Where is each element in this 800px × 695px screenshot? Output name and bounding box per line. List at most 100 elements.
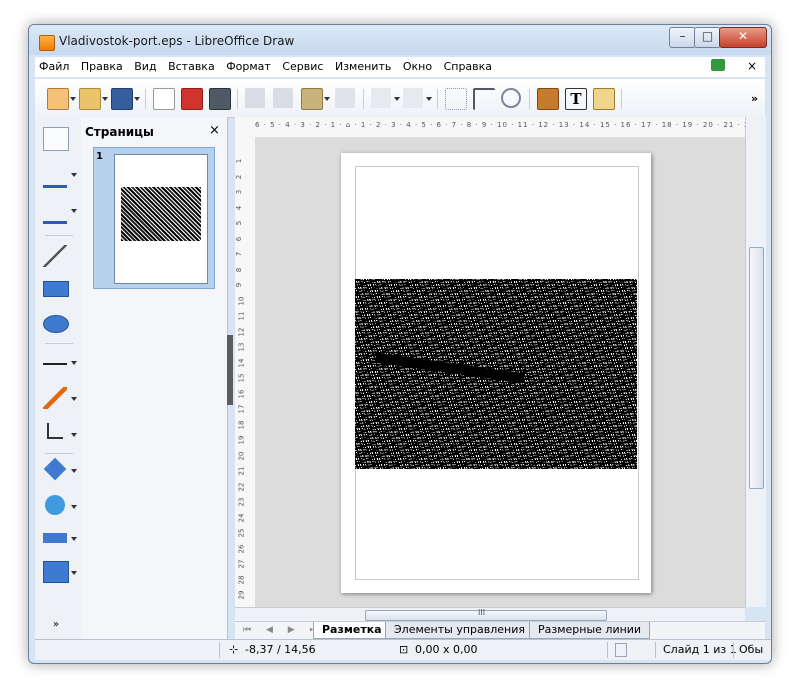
clone-formatting-icon[interactable] bbox=[335, 88, 355, 108]
more-tools-icon[interactable]: » bbox=[53, 619, 59, 630]
maximize-button[interactable]: □ bbox=[694, 27, 721, 48]
flowchart-dropdown-icon[interactable] bbox=[71, 571, 77, 575]
vertical-ruler-label: 15 bbox=[237, 373, 246, 383]
pages-panel-close-button[interactable]: × bbox=[209, 123, 220, 138]
horizontal-ruler[interactable]: 6 · 5 · 4 · 3 · 2 · 1 · ⌂ · 1 · 2 · 3 · … bbox=[235, 117, 745, 138]
download-icon[interactable] bbox=[711, 59, 725, 71]
horizontal-scrollbar-thumb[interactable]: III bbox=[365, 608, 607, 621]
scrollbar-grip: III bbox=[478, 608, 486, 617]
helplines-icon[interactable] bbox=[473, 88, 495, 110]
export-icon[interactable] bbox=[153, 88, 175, 110]
open-folder-icon[interactable] bbox=[79, 88, 101, 110]
ellipse-tool-icon[interactable] bbox=[43, 315, 69, 333]
vertical-ruler[interactable]: 1 2 3 4 5 6 7 8 9 10 11 12 13 14 15 16 17 18 19 20 21 22 23 24 2… bbox=[235, 137, 256, 607]
copy-icon[interactable] bbox=[273, 88, 293, 108]
flowchart-icon[interactable] bbox=[43, 561, 69, 583]
status-separator bbox=[219, 642, 220, 658]
fill-color-dropdown-icon[interactable] bbox=[71, 209, 77, 213]
minimize-button[interactable]: – bbox=[669, 27, 696, 48]
menu-view[interactable]: Вид bbox=[130, 57, 160, 73]
select-arrow-icon[interactable] bbox=[43, 127, 69, 151]
page-thumbnail[interactable]: 1 bbox=[93, 147, 215, 289]
close-document-button[interactable]: × bbox=[747, 59, 757, 73]
vertical-ruler-label: 24 bbox=[237, 513, 246, 522]
symbol-shapes-dropdown-icon[interactable] bbox=[71, 505, 77, 509]
curve-dropdown-icon[interactable] bbox=[71, 397, 77, 401]
undo-dropdown-icon[interactable] bbox=[394, 97, 400, 101]
tab-dimension-lines[interactable]: Размерные линии bbox=[529, 622, 651, 639]
insert-image-icon[interactable] bbox=[537, 88, 559, 110]
status-slide: Слайд 1 из 1 bbox=[663, 643, 737, 656]
new-document-icon[interactable] bbox=[47, 88, 69, 110]
horizontal-ruler-labels: 6 · 5 · 4 · 3 · 2 · 1 · ⌂ · 1 · 2 · 3 · … bbox=[255, 121, 745, 129]
menu-insert[interactable]: Вставка bbox=[164, 57, 219, 73]
toolbar-separator bbox=[45, 343, 73, 344]
paste-dropdown-icon[interactable] bbox=[324, 97, 330, 101]
connector-tool-icon[interactable] bbox=[47, 423, 63, 439]
menu-edit[interactable]: Правка bbox=[77, 57, 127, 73]
tab-navigation-arrows[interactable]: ⏮ ◀ ▶ ⏭ bbox=[243, 625, 324, 635]
block-arrows-dropdown-icon[interactable] bbox=[71, 537, 77, 541]
redo-dropdown-icon[interactable] bbox=[426, 97, 432, 101]
menu-format[interactable]: Формат bbox=[222, 57, 275, 73]
tab-controls[interactable]: Элементы управления bbox=[385, 622, 534, 639]
undo-icon[interactable] bbox=[371, 88, 391, 108]
vertical-ruler-label: 27 bbox=[237, 559, 246, 569]
text-box-icon[interactable]: T bbox=[565, 88, 587, 110]
export-pdf-icon[interactable] bbox=[181, 88, 203, 110]
menu-help[interactable]: Справка bbox=[440, 57, 496, 73]
document-modified-icon[interactable] bbox=[615, 643, 627, 657]
vertical-ruler-label: 12 bbox=[237, 327, 246, 336]
basic-shapes-icon[interactable] bbox=[43, 457, 67, 481]
connector-dropdown-icon[interactable] bbox=[71, 433, 77, 437]
layer-tabs: ⏮ ◀ ▶ ⏭ Разметка Элементы управления Раз… bbox=[235, 621, 765, 640]
close-button[interactable]: ✕ bbox=[719, 27, 767, 48]
paste-icon[interactable] bbox=[301, 88, 323, 110]
print-icon[interactable] bbox=[209, 88, 231, 110]
menu-file[interactable]: Файл bbox=[35, 57, 73, 73]
vertical-ruler-label: 13 bbox=[237, 342, 246, 352]
pages-panel-title: Страницы bbox=[85, 125, 154, 139]
vertical-ruler-label: 4 bbox=[235, 205, 244, 210]
save-dropdown-icon[interactable] bbox=[134, 97, 140, 101]
pane-splitter-handle[interactable] bbox=[227, 335, 233, 405]
vertical-scrollbar-thumb[interactable] bbox=[749, 247, 764, 489]
cut-icon[interactable] bbox=[245, 88, 265, 108]
port-image[interactable] bbox=[355, 279, 637, 469]
save-icon[interactable] bbox=[111, 88, 133, 110]
status-position: -8,37 / 14,56 bbox=[245, 643, 316, 656]
status-mode: Обы bbox=[739, 643, 764, 656]
arrow-line-icon[interactable] bbox=[43, 351, 67, 365]
basic-shapes-dropdown-icon[interactable] bbox=[71, 469, 77, 473]
menu-window[interactable]: Окно bbox=[399, 57, 436, 73]
fill-color-icon[interactable] bbox=[43, 199, 67, 224]
menu-tools[interactable]: Сервис bbox=[278, 57, 327, 73]
tab-layout[interactable]: Разметка bbox=[313, 622, 391, 639]
vertical-ruler-label: 21 bbox=[237, 466, 246, 476]
position-icon: ⊹ bbox=[229, 643, 239, 656]
line-color-icon[interactable] bbox=[43, 163, 67, 188]
curve-tool-icon[interactable] bbox=[43, 387, 67, 409]
document-page[interactable] bbox=[341, 153, 651, 593]
vertical-scrollbar[interactable] bbox=[745, 117, 766, 607]
block-arrows-icon[interactable] bbox=[43, 533, 67, 543]
zoom-icon[interactable] bbox=[501, 88, 521, 108]
toolbar-overflow-button[interactable]: » bbox=[751, 92, 758, 105]
menu-modify[interactable]: Изменить bbox=[331, 57, 395, 73]
rectangle-tool-icon[interactable] bbox=[43, 281, 69, 297]
grid-icon[interactable] bbox=[445, 88, 467, 110]
menu-bar: Файл Правка Вид Вставка Формат Сервис Из… bbox=[35, 57, 765, 77]
fontwork-icon[interactable] bbox=[593, 88, 615, 110]
status-separator bbox=[733, 642, 734, 658]
open-dropdown-icon[interactable] bbox=[102, 97, 108, 101]
drawing-canvas[interactable] bbox=[255, 137, 745, 607]
vertical-ruler-label: 28 bbox=[237, 575, 246, 584]
symbol-shapes-icon[interactable] bbox=[45, 495, 65, 515]
line-color-dropdown-icon[interactable] bbox=[71, 173, 77, 177]
arrow-line-dropdown-icon[interactable] bbox=[71, 361, 77, 365]
horizontal-scrollbar[interactable]: III bbox=[235, 607, 745, 622]
new-dropdown-icon[interactable] bbox=[70, 97, 76, 101]
status-bar: ⊹ -8,37 / 14,56 ⊡ 0,00 x 0,00 Слайд 1 из… bbox=[35, 639, 771, 660]
redo-icon[interactable] bbox=[403, 88, 423, 108]
line-tool-icon[interactable] bbox=[43, 245, 67, 267]
